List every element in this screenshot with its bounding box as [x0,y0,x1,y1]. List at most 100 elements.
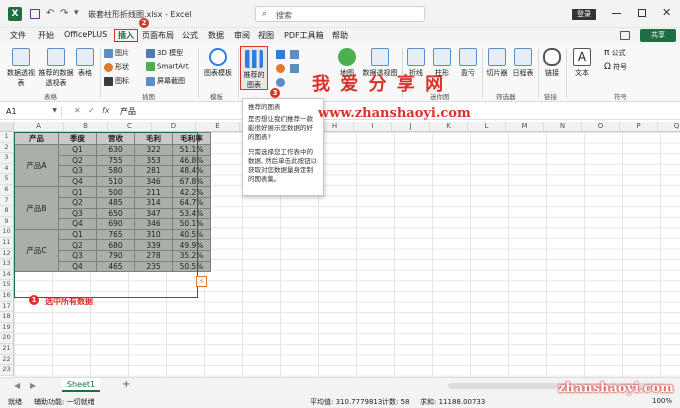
product-name-cell[interactable]: 产品B [14,186,59,230]
equation-button[interactable]: π 公式 [604,48,626,58]
column-header[interactable]: B [64,122,108,132]
table-cell[interactable]: 211 [134,186,173,198]
undo-icon[interactable]: ↶ [46,8,54,19]
table-cell[interactable]: Q4 [58,175,97,188]
table-cell[interactable]: 35.2% [172,249,211,262]
table-cell[interactable]: 49.9% [172,239,211,251]
row-header[interactable]: 20 [0,333,14,344]
row-header[interactable]: 6 [0,185,14,196]
table-button[interactable]: 表格 [74,48,96,78]
table-cell[interactable]: 630 [96,144,135,156]
table-cell[interactable]: 347 [134,207,173,220]
maximize-icon[interactable] [638,9,646,17]
table-cell[interactable]: 40.5% [172,228,211,241]
column-header[interactable]: E [196,122,240,132]
column-header[interactable]: Q [658,122,680,132]
name-box[interactable]: A1 ▼ [2,106,62,118]
table-cell[interactable]: 42.2% [172,186,211,198]
column-header[interactable]: D [152,122,196,132]
text-button[interactable]: A 文本 [570,48,594,78]
close-icon[interactable]: ✕ [662,6,671,19]
column-header[interactable]: N [544,122,582,132]
tab-view[interactable]: 视图 [258,30,274,41]
row-header[interactable]: 3 [0,153,14,164]
column-header[interactable]: P [620,122,658,132]
header-quarter[interactable]: 季度 [58,132,97,145]
table-cell[interactable]: 281 [134,165,173,177]
tab-help[interactable]: 帮助 [332,30,348,41]
table-cell[interactable]: 314 [134,196,173,209]
recommended-charts-button[interactable]: 推荐的图表 [240,46,268,90]
cancel-icon[interactable]: ✕ [74,106,81,115]
table-cell[interactable]: Q2 [58,196,97,209]
prev-sheet-icon[interactable]: ◀ [14,381,20,390]
tab-data[interactable]: 数据 [208,30,224,41]
table-cell[interactable]: 790 [96,249,135,262]
tab-formulas[interactable]: 公式 [182,30,198,41]
chart-template-button[interactable]: 图表模板 [200,48,236,78]
next-sheet-icon[interactable]: ▶ [30,381,36,390]
table-cell[interactable]: 346 [134,175,173,188]
row-header[interactable]: 10 [0,227,14,238]
table-cell[interactable]: 485 [96,196,135,209]
row-header[interactable]: 2 [0,142,14,154]
row-header[interactable]: 19 [0,322,14,334]
column-header[interactable]: O [582,122,620,132]
column-chart-icon[interactable] [276,50,285,59]
table-cell[interactable]: 278 [134,249,173,262]
row-header[interactable]: 17 [0,301,14,313]
header-revenue[interactable]: 营收 [96,132,135,145]
column-header[interactable]: J [392,122,430,132]
search-box[interactable]: ⌕ 搜索 [255,6,425,22]
row-header[interactable]: 4 [0,163,14,175]
enter-icon[interactable]: ✓ [88,106,95,115]
bar-chart-icon[interactable] [290,64,299,73]
slicer-button[interactable]: 切片器 [484,48,510,78]
minimize-icon[interactable] [612,13,621,14]
sheet-tab-sheet1[interactable]: Sheet1 [62,378,100,392]
row-header[interactable]: 14 [0,269,14,281]
table-cell[interactable]: Q2 [58,239,97,251]
table-cell[interactable]: 650 [96,207,135,220]
icons-button[interactable]: 图标 [104,76,129,86]
smartart-button[interactable]: SmartArt [146,62,189,71]
pie-chart-icon[interactable] [276,64,285,73]
link-button[interactable]: 链接 [540,48,564,78]
table-cell[interactable]: 580 [96,165,135,177]
timeline-button[interactable]: 日程表 [510,48,536,78]
more-icon[interactable]: ▾ [74,8,79,18]
tab-officeplus[interactable]: OfficePLUS [64,30,107,39]
sparkline-winloss-button[interactable]: 盈亏 [456,48,480,78]
table-cell[interactable]: Q1 [58,228,97,241]
tab-review[interactable]: 审阅 [234,30,250,41]
insert-function-icon[interactable]: fx [102,106,110,115]
column-header[interactable]: L [468,122,506,132]
row-header[interactable]: 21 [0,344,14,355]
row-header[interactable]: 1 [0,132,14,143]
table-cell[interactable]: Q3 [58,165,97,177]
redo-icon[interactable]: ↷ [60,8,68,19]
worksheet-grid[interactable]: ABCDEFGHIJKLMNOPQ 1234567891011121314151… [0,122,680,377]
row-header[interactable]: 13 [0,259,14,270]
table-cell[interactable]: 310 [134,228,173,241]
table-cell[interactable]: 465 [96,260,135,273]
table-cell[interactable]: 690 [96,218,135,230]
symbol-button[interactable]: Ω 符号 [604,62,627,72]
tab-file[interactable]: 文件 [10,30,26,41]
recommended-pivot-button[interactable]: 推荐的数据透视表 [38,48,74,88]
row-header[interactable]: 12 [0,248,14,260]
column-header[interactable]: C [108,122,152,132]
row-header[interactable]: 22 [0,354,14,366]
product-name-cell[interactable]: 产品C [14,228,59,273]
picture-button[interactable]: 图片 [104,48,129,58]
login-button[interactable]: 登录 [572,9,596,20]
comment-icon[interactable] [620,31,630,40]
table-cell[interactable]: Q3 [58,207,97,220]
column-header[interactable]: M [506,122,544,132]
screenshot-button[interactable]: 屏幕截图 [146,76,185,86]
zoom-level[interactable]: 100% [652,397,672,405]
tab-pdf-tools[interactable]: PDF工具箱 [284,30,324,41]
table-cell[interactable]: Q1 [58,144,97,156]
table-cell[interactable]: 64.7% [172,196,211,209]
table-cell[interactable]: Q3 [58,249,97,262]
